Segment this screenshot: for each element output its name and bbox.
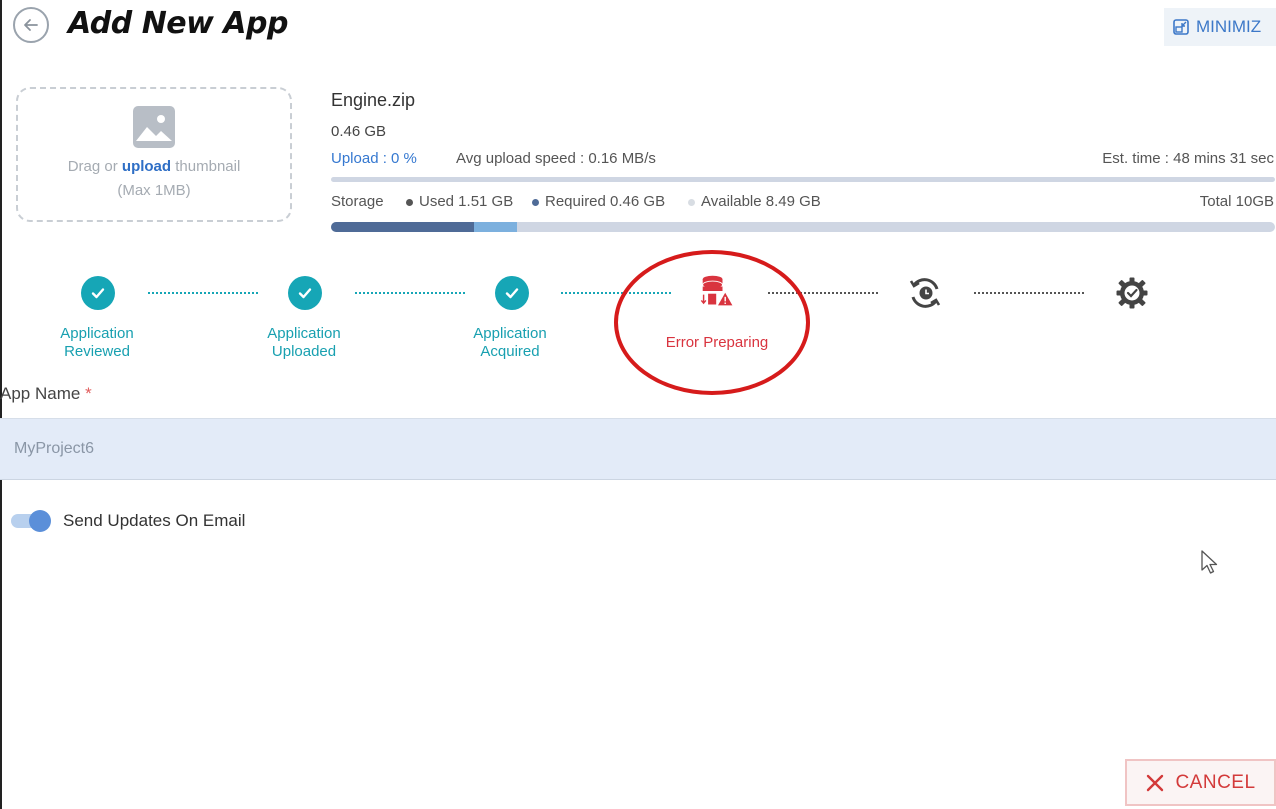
cancel-button[interactable]: CANCEL [1125,759,1276,806]
upload-status-row: Upload : 0 % Avg upload speed : 0.16 MB/… [331,146,1276,172]
storage-required: Required 0.46 GB [545,193,666,210]
mouse-pointer-icon [1200,549,1220,580]
storage-used-legend: Used 1.51 GB [406,191,513,213]
minimize-icon [1173,19,1189,35]
sync-clock-icon [909,278,941,308]
storage-required-segment [473,222,517,232]
step-uploaded-label: Application Uploaded [267,325,341,360]
storage-available: Available 8.49 GB [701,193,821,210]
file-info: Engine.zip 0.46 GB Upload : 0 % Avg uplo… [331,90,1276,172]
error-highlight-ring [614,250,810,395]
avg-upload-speed: Avg upload speed : 0.16 MB/s [456,150,656,167]
thumbnail-upload-link[interactable]: upload [122,158,171,175]
email-updates-toggle[interactable] [11,510,51,532]
arrow-left-icon [24,19,38,31]
storage-required-legend: Required 0.46 GB [532,191,665,213]
gear-check-icon [1116,277,1148,309]
storage-used: Used 1.51 GB [419,193,514,210]
check-circle-icon [495,276,529,310]
page-title: Add New App [68,6,288,41]
thumbnail-max-size: (Max 1MB) [117,182,191,199]
thumbnail-suffix-text: thumbnail [175,158,241,175]
step-reviewed [80,275,116,311]
email-updates-label: Send Updates On Email [63,511,246,530]
step-acquired-label: Application Acquired [473,325,547,360]
back-button[interactable] [13,7,49,43]
step-acquired [494,275,530,311]
step-configured [1114,275,1150,311]
step-reviewed-label: Application Reviewed [60,325,134,360]
image-placeholder-icon [133,106,175,148]
storage-available-legend: Available 8.49 GB [688,191,821,213]
step-connector [148,292,258,294]
window-left-border [0,0,2,809]
step-connector [974,292,1084,294]
file-size: 0.46 GB [331,123,387,140]
step-connector [355,292,465,294]
step-processing [907,275,943,311]
storage-label: Storage [331,193,384,210]
thumbnail-dropzone[interactable]: Drag or upload thumbnail (Max 1MB) [16,87,292,222]
storage-summary: Storage Used 1.51 GB Required 0.46 GB Av… [331,191,1276,213]
step-uploaded [287,275,323,311]
close-icon [1147,774,1164,791]
toggle-knob [29,510,51,532]
upload-status: Upload : 0 % [331,150,417,167]
required-marker: * [85,384,92,403]
file-name: Engine.zip [331,90,416,110]
storage-usage-bar [331,222,1275,232]
minimize-label: MINIMIZ [1196,17,1262,36]
minimize-button[interactable]: MINIMIZ [1164,8,1276,46]
app-name-input[interactable] [0,418,1276,480]
app-name-label: App Name * [0,384,92,403]
thumbnail-drag-text: Drag or [67,158,118,175]
storage-total: Total 10GB [1199,193,1274,210]
thumbnail-instructions: Drag or upload thumbnail [68,155,241,179]
check-circle-icon [81,276,115,310]
upload-progress-bar [331,177,1275,182]
check-circle-icon [288,276,322,310]
cancel-label: CANCEL [1175,771,1256,793]
storage-used-segment [331,222,474,232]
estimated-time: Est. time : 48 mins 31 sec [1102,150,1274,167]
